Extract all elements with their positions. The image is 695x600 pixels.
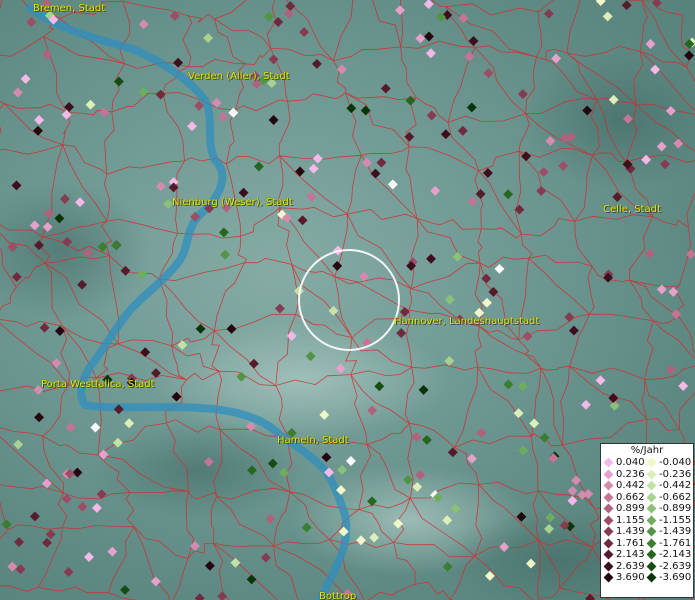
city-label-porta-westfalica: Porta Westfalica, Stadt: [41, 379, 155, 390]
legend-value-positive: 0.899: [616, 503, 645, 514]
legend: %/Jahr 0.040 -0.040 0.236 -0.236 0.442 -0.442…: [600, 443, 694, 598]
legend-swatch-positive: [603, 526, 614, 537]
legend-row: 3.690 -3.690: [601, 572, 693, 584]
legend-swatch-positive: [603, 572, 614, 583]
city-label-nienburg: Nienburg (Weser), Stadt: [172, 197, 293, 208]
legend-swatch-positive: [603, 561, 614, 571]
legend-row: 2.143 -2.143: [601, 549, 693, 561]
legend-value-negative: -0.899: [659, 503, 692, 514]
legend-swatch-negative: [646, 561, 657, 571]
legend-swatch-negative: [646, 469, 657, 479]
city-label-hannover: Hannover, Landeshauptstadt: [394, 316, 540, 327]
legend-swatch-positive: [603, 503, 614, 514]
city-label-verden: Verden (Aller), Stadt: [188, 71, 290, 82]
legend-row: 0.236 -0.236: [601, 469, 693, 481]
legend-row: 1.439 -1.439: [601, 526, 693, 538]
legend-swatch-negative: [646, 538, 657, 548]
city-label-bremen: Bremen, Stadt: [33, 3, 106, 14]
highlight-circle: [298, 249, 400, 351]
legend-row: 0.899 -0.899: [601, 503, 693, 515]
legend-row: 0.040 -0.040: [601, 457, 693, 469]
legend-swatch-negative: [646, 457, 657, 468]
legend-value-positive: 1.761: [616, 537, 645, 549]
legend-value-negative: -1.761: [659, 537, 692, 549]
legend-row: 1.761 -1.761: [601, 538, 693, 550]
city-label-celle: Celle, Stadt: [603, 204, 661, 215]
legend-swatch-positive: [603, 457, 614, 468]
legend-swatch-negative: [646, 549, 657, 560]
legend-value-negative: -2.639: [659, 560, 692, 572]
legend-value-negative: -0.236: [659, 468, 692, 480]
legend-swatch-negative: [646, 492, 657, 502]
legend-value-positive: 1.439: [616, 526, 645, 537]
legend-value-positive: 0.662: [616, 491, 645, 503]
legend-value-negative: -1.155: [659, 514, 692, 526]
legend-value-positive: 0.442: [616, 480, 645, 491]
legend-swatch-positive: [603, 538, 614, 548]
legend-value-negative: -3.690: [659, 572, 692, 583]
legend-value-positive: 3.690: [616, 572, 645, 583]
legend-value-positive: 2.143: [616, 549, 645, 560]
legend-swatch-negative: [646, 480, 657, 491]
legend-row: 0.442 -0.442: [601, 480, 693, 492]
city-label-hameln: Hameln, Stadt: [277, 435, 349, 446]
legend-swatch-positive: [603, 515, 614, 525]
legend-swatch-negative: [646, 503, 657, 514]
city-label-bottom: Bottrop: [319, 591, 357, 600]
legend-swatch-positive: [603, 480, 614, 491]
legend-value-positive: 0.040: [616, 457, 645, 468]
legend-row: 1.155 -1.155: [601, 515, 693, 527]
legend-value-positive: 0.236: [616, 468, 645, 480]
legend-swatch-negative: [646, 526, 657, 537]
legend-row: 0.662 -0.662: [601, 492, 693, 504]
map-canvas[interactable]: Bremen, Stadt Verden (Aller), Stadt Nien…: [0, 0, 695, 600]
legend-swatch-positive: [603, 549, 614, 560]
legend-swatch-negative: [646, 515, 657, 525]
legend-swatch-negative: [646, 572, 657, 583]
legend-row: 2.639 -2.639: [601, 561, 693, 573]
legend-value-negative: -2.143: [659, 549, 692, 560]
legend-value-negative: -0.040: [659, 457, 692, 468]
legend-value-negative: -0.442: [659, 480, 692, 491]
legend-swatch-positive: [603, 469, 614, 479]
legend-value-positive: 2.639: [616, 560, 645, 572]
legend-swatch-positive: [603, 492, 614, 502]
legend-value-positive: 1.155: [616, 514, 645, 526]
legend-value-negative: -1.439: [659, 526, 692, 537]
legend-title: %/Jahr: [630, 445, 664, 456]
legend-value-negative: -0.662: [659, 491, 692, 503]
